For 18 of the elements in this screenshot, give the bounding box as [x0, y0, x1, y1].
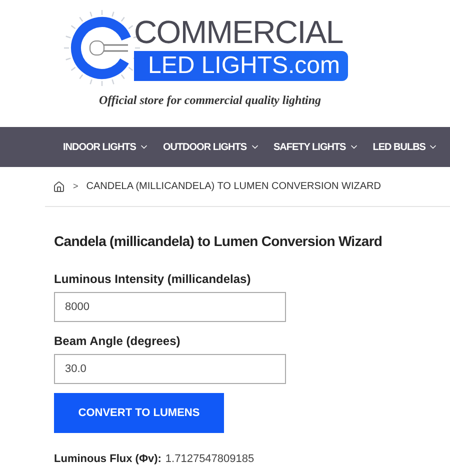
convert-button[interactable]: CONVERT TO LUMENS — [54, 393, 224, 433]
tagline: Official store for commercial quality lighting — [98, 92, 322, 109]
number-field[interactable]: 30.0 — [54, 354, 286, 384]
nav-menu-item[interactable]: SAFETY LIGHTS — [274, 140, 359, 154]
home-icon[interactable] — [53, 180, 65, 192]
breadcrumb-current: CANDELA (MILLICANDELA) TO LUMEN CONVERSION WIZARD — [86, 180, 381, 194]
page-title: Candela (millicandela) to Lumen Conversion Wizard — [54, 232, 384, 251]
result-value: 1.7127547809185 — [165, 452, 254, 467]
nav-menu-item[interactable]: INDOOR LIGHTS — [63, 140, 149, 154]
field-label: Luminous Intensity (millicandelas) — [54, 271, 252, 288]
nav-menu-item[interactable]: OUTDOOR LIGHTS — [162, 140, 260, 154]
field-label: Beam Angle (degrees) — [54, 333, 182, 350]
number-field[interactable]: 8000 — [54, 292, 286, 322]
logo-subtitle: LED LIGHTS.com — [134, 51, 348, 81]
result-label: Luminous Flux (Φv): — [54, 452, 162, 467]
breadcrumb-separator: > — [73, 180, 78, 193]
logo-wordmark: COMMERCIAL — [134, 15, 344, 49]
nav-menu-item[interactable]: LED BULBS — [372, 140, 438, 154]
